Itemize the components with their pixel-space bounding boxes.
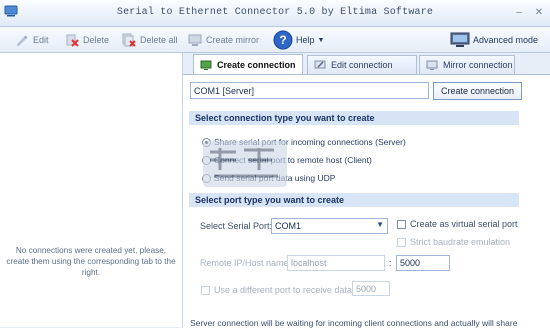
serial-port-label: Select Serial Port:: [200, 221, 273, 231]
connection-type-section-header: Select connection type you want to creat…: [189, 111, 519, 125]
create-connection-button[interactable]: Create connection: [433, 82, 522, 100]
tab-edit-connection-label: Edit connection: [331, 60, 393, 70]
delete-all-button[interactable]: Delete all: [121, 31, 178, 49]
tab-mirror-connection[interactable]: Mirror connection: [419, 55, 515, 74]
edit-label: Edit: [33, 35, 49, 45]
remote-host-label: Remote IP/Host name:: [200, 258, 292, 268]
close-button[interactable]: ✕: [532, 6, 546, 20]
delete-label: Delete: [83, 35, 110, 45]
tab-create-connection-label: Create connection: [217, 60, 296, 70]
port-input[interactable]: 5000: [396, 255, 450, 271]
different-port-checkbox[interactable]: [201, 286, 210, 295]
strict-baudrate-checkbox[interactable]: [397, 238, 406, 247]
different-port-label: Use a different port to receive data:: [214, 285, 355, 295]
edit-icon: [17, 35, 28, 46]
edit-button[interactable]: Edit: [14, 31, 49, 49]
window-title: Serial to Ethernet Connector 5.0 by Elti…: [116, 7, 434, 18]
connection-name-field[interactable]: COM1 [Server]: [190, 82, 429, 99]
advanced-mode-button[interactable]: Advanced mode: [450, 31, 538, 49]
tab-mirror-connection-label: Mirror connection: [443, 60, 513, 70]
virtual-port-checkbox[interactable]: [397, 220, 406, 229]
main-toolbar: Edit Delete Delete all Create mirror ? H…: [0, 27, 550, 53]
serial-port-select[interactable]: COM1 ▼: [271, 218, 388, 234]
delete-all-icon: [122, 33, 136, 47]
port-separator: :: [389, 258, 392, 268]
different-port-input[interactable]: 5000: [352, 281, 390, 296]
delete-icon: [66, 34, 79, 47]
advanced-mode-label: Advanced mode: [473, 35, 539, 45]
help-label: Help: [296, 35, 315, 45]
edit-connection-tab-icon: [314, 60, 326, 69]
mirror-connection-tab-icon: [426, 60, 438, 70]
create-mirror-label: Create mirror: [206, 35, 260, 45]
tab-create-connection[interactable]: Create connection: [193, 54, 303, 75]
remote-host-input[interactable]: localhost: [287, 255, 385, 271]
dropdown-arrow-icon: ▼: [317, 36, 325, 44]
delete-button[interactable]: Delete: [64, 31, 109, 49]
virtual-port-label: Create as virtual serial port: [410, 219, 518, 229]
connections-list[interactable]: No connections were created yet, please,…: [0, 53, 183, 327]
empty-connections-message: No connections were created yet, please,…: [6, 246, 176, 277]
delete-all-label: Delete all: [140, 35, 178, 45]
create-connection-tab-icon: [200, 60, 212, 70]
serial-port-value: COM1: [275, 221, 302, 231]
advanced-mode-icon: [450, 32, 470, 47]
watermark-image: [203, 141, 287, 187]
title-bar: Serial to Ethernet Connector 5.0 by Elti…: [0, 0, 550, 27]
svg-text:?: ?: [279, 33, 286, 47]
create-mirror-button[interactable]: Create mirror: [187, 31, 259, 49]
port-type-section-header: Select port type you want to create: [189, 193, 519, 207]
chevron-down-icon: ▼: [376, 220, 384, 229]
mirror-icon: [188, 34, 202, 46]
tab-edit-connection[interactable]: Edit connection: [307, 55, 417, 74]
strict-baudrate-label: Strict baudrate emulation: [410, 237, 511, 247]
help-button[interactable]: ? Help ▼: [273, 30, 325, 50]
help-icon: ?: [273, 30, 293, 50]
minimize-button[interactable]: –: [512, 6, 526, 20]
